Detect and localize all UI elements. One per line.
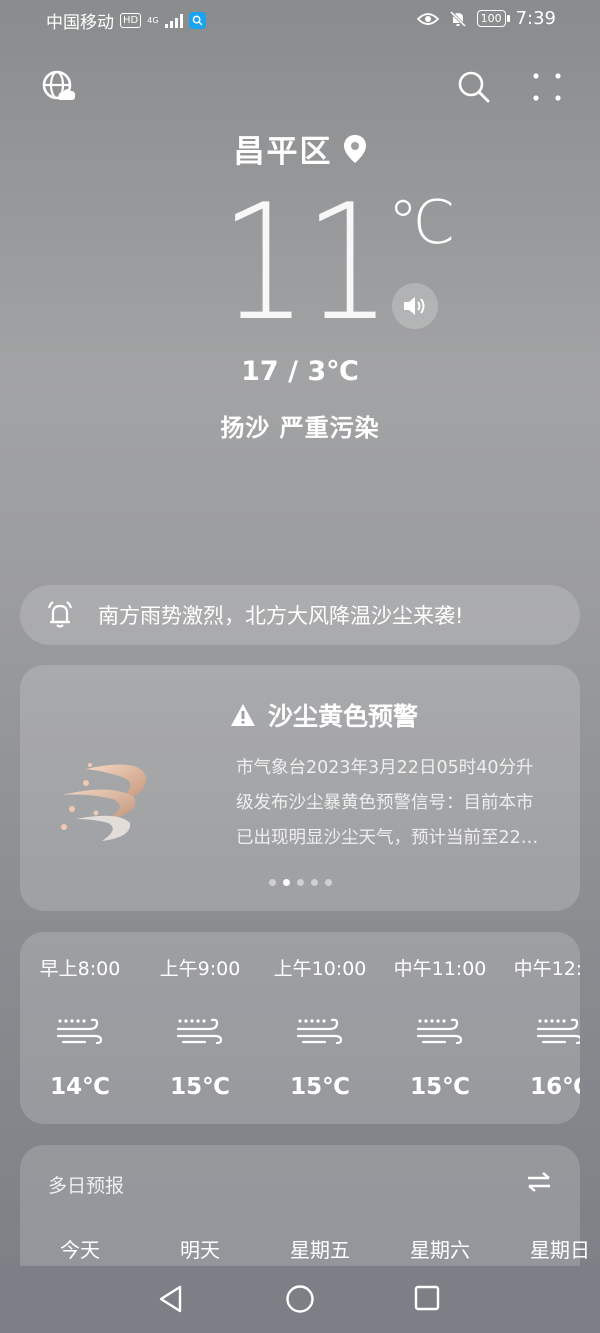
home-button[interactable] bbox=[285, 1284, 315, 1318]
warning-line: 已出现明显沙尘天气，预计当前至22… bbox=[236, 828, 539, 848]
hour-temperature: 16℃ bbox=[530, 1074, 580, 1100]
day-label: 星期五 bbox=[290, 1238, 350, 1262]
warning-body: 市气象台2023年3月22日05时40分升 级发布沙尘暴黄色预警信号：目前本市 … bbox=[236, 751, 582, 856]
high-low-temperature: 17 / 3℃ bbox=[241, 356, 359, 387]
sandstorm-icon bbox=[52, 755, 152, 851]
speaker-button[interactable] bbox=[392, 283, 438, 329]
location-pin-icon bbox=[343, 134, 366, 163]
back-triangle-icon bbox=[159, 1285, 182, 1313]
clock: 7:39 bbox=[515, 8, 556, 29]
warning-triangle-icon bbox=[231, 704, 255, 726]
daily-forecast-title: 多日预报 bbox=[48, 1175, 125, 1197]
carrier-name: 中国移动 bbox=[46, 13, 114, 33]
warning-line: 级发布沙尘暴黄色预警信号：目前本市 bbox=[236, 793, 534, 813]
day-label: 今天 bbox=[60, 1238, 100, 1262]
warning-line: 市气象台2023年3月22日05时40分升 bbox=[236, 758, 534, 778]
page-dot bbox=[310, 879, 318, 886]
back-button[interactable] bbox=[156, 1284, 186, 1318]
more-grid-icon[interactable] bbox=[532, 72, 562, 106]
temperature-unit: ℃ bbox=[388, 188, 456, 258]
windy-dust-icon bbox=[56, 1018, 103, 1048]
hour-time: 上午10:00 bbox=[273, 958, 367, 980]
windy-dust-icon bbox=[296, 1018, 343, 1048]
speaker-icon bbox=[404, 297, 425, 315]
hour-time: 中午12:00 bbox=[513, 958, 580, 980]
status-right: 100 7:39 bbox=[416, 8, 556, 29]
warning-title-text: 沙尘黄色预警 bbox=[268, 702, 419, 731]
page-dot bbox=[282, 879, 290, 886]
network-type: 4G bbox=[147, 15, 159, 25]
hd-badge: HD bbox=[120, 13, 142, 28]
page-dot bbox=[268, 879, 276, 886]
recent-square-icon bbox=[414, 1285, 440, 1311]
hour-time: 中午11:00 bbox=[393, 958, 487, 980]
location-header[interactable]: 昌平区 bbox=[0, 126, 600, 171]
news-text: 南方雨势激烈，北方大风降温沙尘来袭! bbox=[98, 604, 464, 628]
recent-apps-button[interactable] bbox=[413, 1284, 441, 1316]
day-label: 星期六 bbox=[410, 1238, 470, 1262]
warning-title: 沙尘黄色预警 bbox=[230, 697, 418, 733]
hourly-forecast[interactable]: 早上8:00 14℃ 上午9:00 15℃ 上午10:00 15℃ 中午11:00 15℃ 中午… bbox=[20, 932, 580, 1124]
windy-dust-icon bbox=[176, 1018, 223, 1048]
navigation-bar bbox=[0, 1266, 600, 1333]
current-temperature: 11 bbox=[220, 169, 392, 356]
search-app-icon bbox=[188, 12, 206, 29]
switch-view-icon[interactable] bbox=[526, 1171, 552, 1197]
page-indicator bbox=[20, 879, 580, 886]
bell-alert-icon bbox=[48, 601, 72, 628]
signal-icon bbox=[164, 13, 183, 28]
home-circle-icon bbox=[286, 1285, 314, 1313]
hour-time: 早上8:00 bbox=[39, 958, 121, 980]
day-label: 星期日 bbox=[530, 1238, 590, 1262]
windy-dust-icon bbox=[536, 1018, 580, 1048]
hour-temperature: 15℃ bbox=[290, 1074, 350, 1100]
status-left: 中国移动 HD 4G bbox=[46, 8, 206, 33]
battery-icon: 100 bbox=[476, 10, 510, 27]
hour-temperature: 14℃ bbox=[50, 1074, 110, 1100]
day-label: 明天 bbox=[180, 1238, 220, 1262]
warning-card[interactable]: 沙尘黄色预警 市气象台2023年3月22日05时40分升 级发布沙尘暴黄色预警信… bbox=[20, 665, 580, 911]
page-dot bbox=[296, 879, 304, 886]
status-bar: 中国移动 HD 4G 100 7:39 bbox=[0, 0, 600, 40]
hour-time: 上午9:00 bbox=[159, 958, 241, 980]
news-banner[interactable]: 南方雨势激烈，北方大风降温沙尘来袭! bbox=[20, 585, 580, 645]
hour-temperature: 15℃ bbox=[410, 1074, 470, 1100]
city-name: 昌平区 bbox=[233, 134, 333, 170]
hour-temperature: 15℃ bbox=[170, 1074, 230, 1100]
mute-bell-icon bbox=[449, 10, 466, 27]
windy-dust-icon bbox=[416, 1018, 463, 1048]
search-icon[interactable] bbox=[457, 70, 491, 108]
eye-icon bbox=[416, 12, 439, 25]
globe-cloud-icon[interactable] bbox=[42, 70, 76, 108]
page-dot bbox=[324, 879, 332, 886]
weather-condition: 扬沙 严重污染 bbox=[220, 414, 380, 442]
